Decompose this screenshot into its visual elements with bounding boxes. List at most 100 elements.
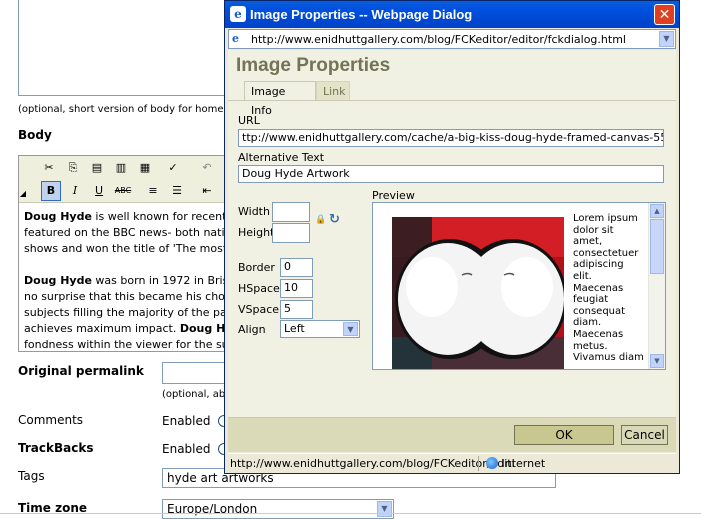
alt-text-label: Alternative Text (238, 151, 325, 164)
undo-icon[interactable]: ↶ (197, 158, 217, 178)
border-input[interactable]: 0 (280, 258, 313, 277)
status-zone-label: Internet (501, 457, 546, 470)
dialog-footer: OK Cancel (228, 417, 676, 452)
trackbacks-value: Enabled (162, 442, 211, 456)
lock-ratio-icon[interactable]: 🔒 (315, 215, 326, 225)
editor-line: no surprise that this became his cho (24, 289, 229, 305)
tab-link[interactable]: Link (316, 81, 350, 100)
copy-icon[interactable]: ⎘ (63, 158, 83, 178)
editor-text: fondness within the viewer for the su (24, 338, 229, 351)
editor-line: fondness within the viewer for the su (24, 337, 229, 351)
chevron-down-icon[interactable]: ▼ (659, 31, 674, 47)
scroll-up-icon[interactable]: ▲ (650, 204, 664, 218)
editor-bold-text: Doug Hyde (24, 210, 92, 223)
width-label: Width (238, 205, 270, 218)
cut-icon[interactable]: ✂ (39, 158, 59, 178)
spellcheck-icon[interactable]: ✓ (163, 158, 183, 178)
page-icon: e (232, 32, 239, 45)
align-value: Left (284, 322, 305, 335)
scroll-down-icon[interactable]: ▼ (650, 354, 664, 368)
editor-line: achieves maximum impact. Doug Hy (24, 321, 232, 337)
tab-divider (228, 100, 676, 101)
status-url: http://www.enidhuttgallery.com/blog/FCKe… (230, 457, 515, 470)
bulleted-list-icon[interactable]: ☰ (167, 181, 187, 201)
border-label: Border (238, 261, 275, 274)
ok-button[interactable]: OK (514, 425, 614, 445)
status-separator (478, 456, 479, 471)
underline-icon[interactable]: U (89, 181, 109, 201)
url-label: URL (238, 114, 260, 127)
tags-label: Tags (18, 469, 45, 483)
dialog-body: Image Properties Image Info Link URL ttp… (228, 50, 676, 417)
editor-toolbar: ✂ ⎘ ▤ ▥ ▦ ✓ ↶ B I U ABC ≡ ☰ ⇤ ◢ (19, 156, 234, 203)
body-note: (optional, short version of body for hom… (18, 104, 234, 115)
align-label: Align (238, 323, 266, 336)
chevron-down-icon[interactable]: ▼ (343, 322, 358, 336)
page-title: Image Properties (236, 55, 391, 76)
editor-text: subjects filling the majority of the pai (24, 306, 230, 319)
alt-text-input[interactable]: Doug Hyde Artwork (238, 165, 664, 183)
status-zone: Internet (486, 454, 545, 473)
preview-pane: Lorem ipsum dolor sit amet, consectetuer… (372, 202, 666, 370)
chevron-down-icon[interactable]: ▼ (377, 501, 392, 517)
preview-image (392, 217, 564, 369)
close-button[interactable]: ✕ (654, 4, 675, 25)
vspace-input[interactable]: 5 (280, 300, 313, 319)
numbered-list-icon[interactable]: ≡ (143, 181, 163, 201)
editor-text: no surprise that this became his cho (24, 290, 225, 303)
editor-text: was born in 1972 in Brist (91, 274, 233, 287)
editor-content[interactable]: Doug Hyde is well known for recently feat… (19, 203, 234, 351)
outdent-icon[interactable]: ⇤ (197, 181, 217, 201)
comments-label: Comments (18, 413, 84, 427)
editor-text: is well known for recently (91, 210, 235, 223)
paste-icon[interactable]: ▤ (87, 158, 107, 178)
editor-text: featured on the BBC news- both natio (24, 226, 232, 239)
height-label: Height (238, 226, 275, 239)
page-divider (0, 513, 701, 514)
image-properties-dialog: e Image Properties -- Webpage Dialog ✕ e… (224, 0, 680, 474)
editor-text: achieves maximum impact. (24, 322, 180, 335)
bold-icon[interactable]: B (41, 181, 61, 201)
tab-image-info[interactable]: Image Info (244, 81, 316, 117)
hspace-label: HSpace (238, 282, 280, 295)
rich-text-editor[interactable]: ✂ ⎘ ▤ ▥ ▦ ✓ ↶ B I U ABC ≡ ☰ ⇤ ◢ Doug Hyd… (18, 155, 235, 352)
status-bar: http://www.enidhuttgallery.com/blog/FCKe… (228, 453, 676, 473)
preview-scrollbar[interactable]: ▲ ▼ (648, 203, 665, 369)
height-input[interactable] (272, 223, 310, 243)
cancel-button[interactable]: Cancel (621, 425, 668, 445)
permalink-label: Original permalink (18, 364, 144, 378)
internet-globe-icon (486, 457, 498, 469)
paste-word-icon[interactable]: ▦ (135, 158, 155, 178)
italic-icon[interactable]: I (65, 181, 85, 201)
comments-value: Enabled (162, 414, 211, 428)
address-url: http://www.enidhuttgallery.com/blog/FCKe… (251, 33, 626, 46)
body-label: Body (18, 128, 52, 142)
editor-line: Doug Hyde is well known for recently (24, 209, 234, 225)
url-input[interactable]: ttp://www.enidhuttgallery.com/cache/a-bi… (238, 129, 664, 147)
editor-line: Doug Hyde was born in 1972 in Brist (24, 273, 233, 289)
paste-text-icon[interactable]: ▥ (111, 158, 131, 178)
dialog-titlebar[interactable]: e Image Properties -- Webpage Dialog ✕ (225, 1, 679, 28)
editor-line: featured on the BBC news- both natio (24, 225, 232, 241)
strikethrough-icon[interactable]: ABC (113, 181, 133, 201)
width-input[interactable] (272, 202, 310, 222)
timezone-select[interactable]: Europe/London ▼ (162, 499, 394, 519)
address-bar[interactable]: e http://www.enidhuttgallery.com/blog/FC… (228, 29, 676, 49)
preview-text: Lorem ipsum dolor sit amet, consectetuer… (573, 213, 644, 364)
editor-line: subjects filling the majority of the pai (24, 305, 230, 321)
permalink-note: (optional, ab (162, 389, 226, 400)
toolbar-collapse-icon[interactable]: ◢ (19, 184, 27, 204)
align-select[interactable]: Left ▼ (280, 320, 360, 338)
scroll-thumb[interactable] (650, 219, 664, 274)
vspace-label: VSpace (238, 303, 280, 316)
dialog-title: Image Properties -- Webpage Dialog (250, 7, 473, 22)
short-body-textarea[interactable] (18, 0, 240, 96)
ie-logo-icon: e (230, 6, 246, 22)
trackbacks-label: TrackBacks (18, 441, 94, 455)
hspace-input[interactable]: 10 (280, 279, 313, 298)
reset-size-icon[interactable]: ↻ (329, 212, 340, 227)
editor-line: shows and won the title of 'The most (24, 241, 229, 257)
editor-text: shows and won the title of 'The most (24, 242, 228, 255)
editor-bold-text: Doug Hyde (24, 274, 92, 287)
preview-label: Preview (372, 189, 415, 202)
